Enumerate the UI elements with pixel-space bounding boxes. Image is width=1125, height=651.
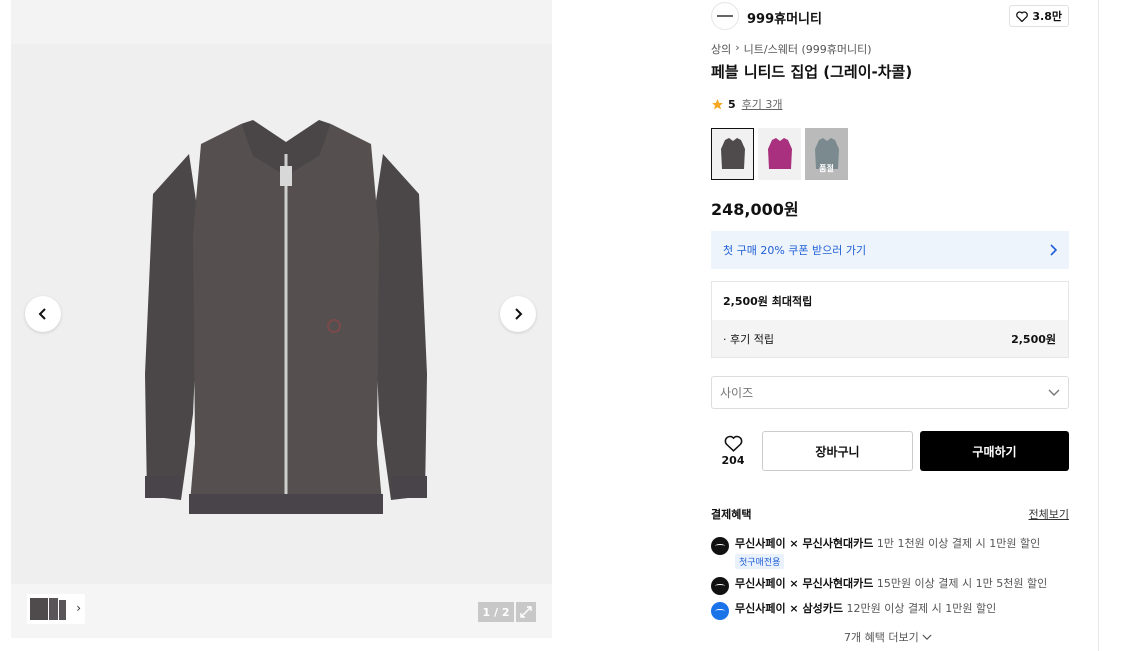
swatch-image [767,138,792,169]
brand-row: 999휴머니티 3.8만 [711,2,1069,30]
chevron-right-icon [515,308,523,320]
benefit-title: 무신사페이 × 무신사현대카드 [735,577,874,590]
page-divider [1098,0,1099,651]
chevron-down-icon [922,634,932,640]
heart-icon [724,435,742,452]
chevron-left-icon [38,308,46,320]
coupon-text: 첫 구매 20% 쿠폰 받으러 가기 [723,244,867,257]
brand-name[interactable]: 999휴머니티 [747,8,822,27]
points-row-amount: 2,500원 [1011,332,1056,346]
see-all-link[interactable]: 전체보기 [1029,506,1069,522]
card-logo-icon [711,537,729,555]
chevron-right-icon: › [76,601,81,615]
brand-like-button[interactable]: 3.8만 [1009,5,1069,27]
points-row-label: · 후기 적립 [723,332,774,346]
samsung-card-logo-icon [711,602,729,620]
swatch-blue-gray[interactable]: 품절 [805,128,848,180]
swatch-magenta[interactable] [758,128,801,180]
size-select-placeholder: 사이즈 [720,386,754,400]
swatch-gray-charcoal[interactable] [711,128,754,180]
wishlist-button[interactable]: 204 [711,431,755,471]
benefit-item[interactable]: 무신사페이 × 무신사현대카드 1만 1천원 이상 결제 시 1만원 할인 첫구… [711,535,1040,569]
benefit-title: 무신사페이 × 무신사현대카드 [735,537,874,550]
rating-score: 5 [728,97,736,111]
points-box: 2,500원 최대적립 · 후기 적립 2,500원 [711,281,1069,358]
breadcrumb-subcategory[interactable]: 니트/스웨터 (999휴머니티) [744,41,872,57]
benefit-desc: 1만 1천원 이상 결제 시 1만원 할인 [876,537,1041,550]
more-benefits-label: 7개 혜택 더보기 [844,631,919,644]
rating: 5 후기 3개 [711,96,783,112]
product-title: 페블 니티드 집업 (그레이-차콜) [711,63,913,81]
thumbnail-strip: › 1 / 2 [11,584,552,638]
breadcrumb: 상의 › 니트/스웨터 (999휴머니티) [711,41,872,57]
image-counter: 1 / 2 [478,602,514,622]
swatch-image [720,138,745,169]
size-select[interactable]: 사이즈 [711,376,1069,409]
chevron-down-icon [1048,389,1060,396]
breadcrumb-separator: › [735,41,740,54]
buy-button[interactable]: 구매하기 [920,431,1069,471]
points-title: 2,500원 최대적립 [723,295,813,308]
points-row: · 후기 적립 2,500원 [712,320,1068,357]
review-count-link[interactable]: 후기 3개 [742,96,783,112]
wishlist-count: 204 [721,454,745,467]
gallery-prev-button[interactable] [25,296,61,332]
cart-button[interactable]: 장바구니 [762,431,913,471]
benefit-item[interactable]: 무신사페이 × 삼성카드 12만원 이상 결제 시 1만원 할인 [711,600,996,620]
star-icon [712,98,723,109]
coupon-banner[interactable]: 첫 구매 20% 쿠폰 받으러 가기 [711,231,1069,269]
price: 248,000원 [711,200,799,219]
product-image [145,120,427,514]
expand-button[interactable] [516,602,536,622]
expand-icon [520,606,532,618]
thumbnail-preview[interactable]: › [27,594,85,624]
benefit-title: 무신사페이 × 삼성카드 [735,602,843,615]
payment-benefits-title: 결제혜택 [711,508,752,521]
soldout-label: 품절 [819,164,834,173]
thumbnail-image [30,598,66,620]
brand-logo[interactable] [711,2,739,30]
brand-like-count: 3.8만 [1032,10,1062,23]
breadcrumb-category[interactable]: 상의 [711,41,731,57]
product-image-gallery[interactable] [11,44,552,584]
more-benefits-button[interactable]: 7개 혜택 더보기 [844,629,932,645]
gallery-next-button[interactable] [500,296,536,332]
benefit-item[interactable]: 무신사페이 × 무신사현대카드 15만원 이상 결제 시 1만 5천원 할인 [711,575,1047,595]
benefit-tag: 첫구매전용 [735,554,785,569]
benefit-desc: 15만원 이상 결제 시 1만 5천원 할인 [876,577,1048,590]
benefit-desc: 12만원 이상 결제 시 1만원 할인 [846,602,997,615]
color-swatches: 품절 [711,128,848,180]
payment-benefits-header: 결제혜택 전체보기 [711,506,1069,522]
heart-icon [1016,10,1029,22]
chevron-right-icon [1050,244,1057,256]
card-logo-icon [711,577,729,595]
gallery-top-band [11,0,552,44]
